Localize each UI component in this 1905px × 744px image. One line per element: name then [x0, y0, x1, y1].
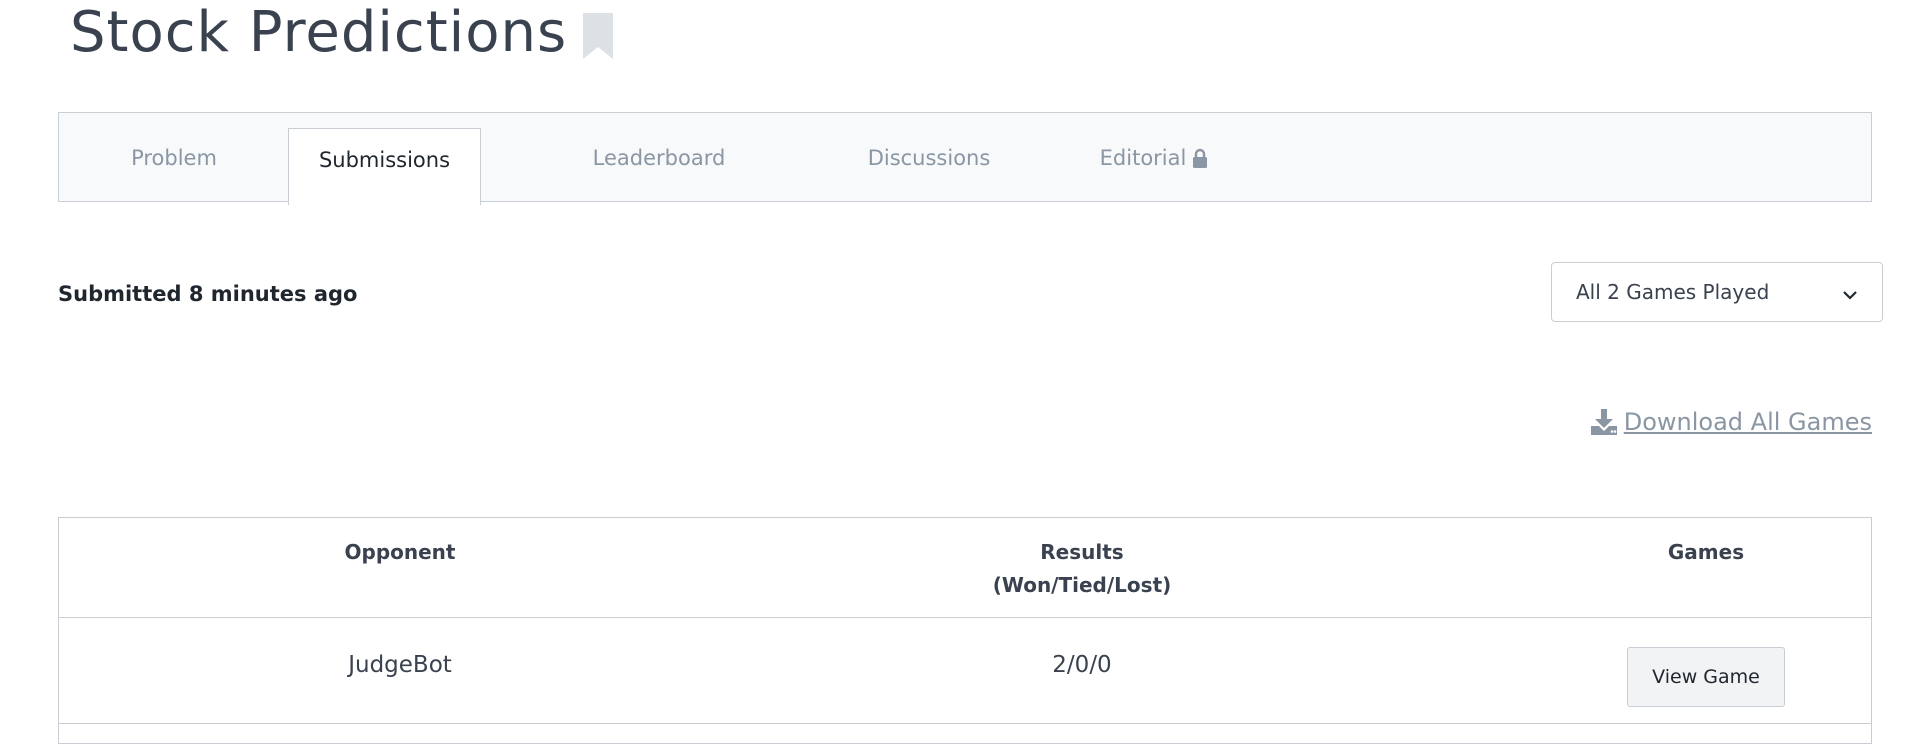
download-icon: [1590, 408, 1618, 436]
column-header-games: Games: [1667, 540, 1745, 564]
tab-problem[interactable]: Problem: [99, 113, 249, 203]
tab-label: Leaderboard: [592, 146, 726, 170]
chevron-down-icon: [1842, 287, 1858, 300]
tab-leaderboard[interactable]: Leaderboard: [549, 113, 769, 203]
tab-label: Submissions: [318, 148, 451, 172]
download-all-games-label: Download All Games: [1623, 408, 1872, 436]
download-all-games-link[interactable]: Download All Games: [1590, 408, 1872, 436]
tab-bar: Problem Submissions Leaderboard Discussi…: [58, 112, 1872, 205]
submission-status: Submitted 8 minutes ago: [58, 282, 358, 306]
column-header-results: Results (Won/Tied/Lost): [741, 536, 1423, 602]
page-title: Stock Predictions: [70, 0, 568, 65]
games-filter-select[interactable]: All 2 Games Played: [1551, 262, 1883, 322]
results-header-sublabel: (Won/Tied/Lost): [992, 573, 1172, 597]
tab-label: Discussions: [867, 146, 991, 170]
tab-submissions[interactable]: Submissions: [288, 128, 481, 205]
bookmark-icon[interactable]: [583, 13, 614, 59]
column-header-opponent: Opponent: [344, 540, 456, 564]
page: Stock Predictions Problem Submissions Le…: [0, 0, 1905, 744]
table-header: Opponent Results (Won/Tied/Lost) Games: [59, 518, 1871, 618]
tab-label: Problem: [131, 146, 217, 170]
games-cell: View Game: [1423, 617, 1905, 713]
table-row: JudgeBot 2/0/0 View Game: [59, 617, 1871, 724]
tab-editorial[interactable]: Editorial: [1069, 113, 1239, 203]
view-game-button[interactable]: View Game: [1627, 647, 1785, 707]
games-table: Opponent Results (Won/Tied/Lost) Games J…: [58, 517, 1872, 744]
results-cell: 2/0/0: [1052, 652, 1112, 678]
title-row: Stock Predictions: [70, 0, 614, 66]
results-header-label: Results: [1040, 540, 1124, 564]
lock-icon: [1192, 148, 1208, 168]
games-filter-value: All 2 Games Played: [1576, 280, 1770, 304]
tab-label: Editorial: [1099, 146, 1187, 170]
opponent-cell: JudgeBot: [348, 652, 452, 678]
tab-discussions[interactable]: Discussions: [819, 113, 1039, 203]
